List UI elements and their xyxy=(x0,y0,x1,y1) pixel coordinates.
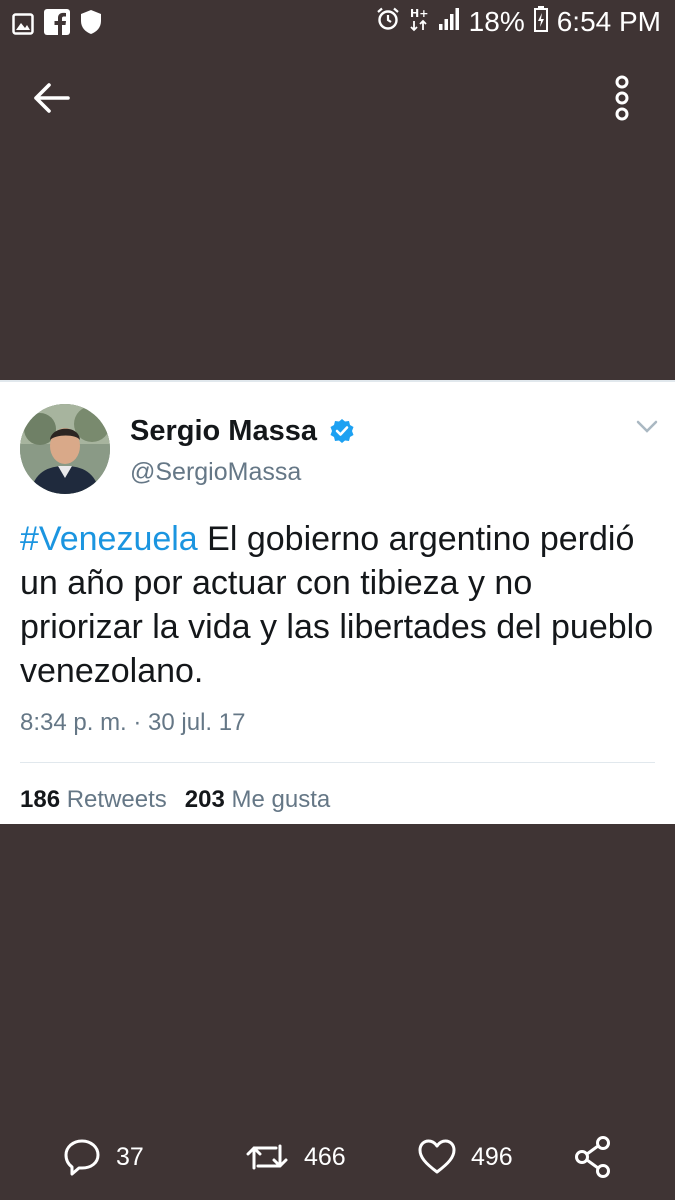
shield-icon xyxy=(80,9,102,42)
verified-badge-icon xyxy=(329,418,355,444)
like-count: 496 xyxy=(471,1143,513,1171)
arrow-left-icon xyxy=(34,83,70,113)
author-name[interactable]: Sergio Massa xyxy=(130,415,317,448)
tweet-stats: 186 Retweets 203 Me gusta xyxy=(20,786,330,814)
tweet-card: Sergio Massa @SergioMassa #Venezuela El … xyxy=(0,380,675,824)
tweet-timestamp: 8:34 p. m. · 30 jul. 17 xyxy=(20,709,246,736)
facebook-icon xyxy=(44,9,70,42)
back-button[interactable] xyxy=(30,76,76,120)
share-button[interactable] xyxy=(574,1134,612,1180)
hplus-icon: H+ xyxy=(409,6,429,39)
battery-percent: 18% xyxy=(468,6,525,37)
reply-icon xyxy=(64,1139,100,1176)
retweet-icon xyxy=(246,1144,288,1170)
hashtag-link[interactable]: #Venezuela xyxy=(20,520,198,558)
likes-count[interactable]: 203 xyxy=(185,786,225,813)
retweets-label[interactable]: Retweets xyxy=(67,786,167,813)
clock: 6:54 PM xyxy=(556,6,661,37)
reply-button[interactable]: 37 xyxy=(62,1134,144,1180)
avatar[interactable] xyxy=(20,404,110,494)
like-button[interactable]: 496 xyxy=(417,1134,513,1180)
alarm-icon xyxy=(376,6,400,38)
svg-text:H+: H+ xyxy=(410,7,428,20)
share-icon xyxy=(575,1136,610,1178)
chevron-down-icon xyxy=(636,420,658,433)
tweet-menu-button[interactable] xyxy=(634,418,660,436)
author-handle[interactable]: @SergioMassa xyxy=(130,458,301,487)
battery-icon xyxy=(533,5,548,39)
tweet-text: #Venezuela El gobierno argentino perdió … xyxy=(20,517,660,693)
more-vertical-icon xyxy=(615,75,629,121)
retweet-button[interactable]: 466 xyxy=(244,1134,346,1180)
heart-icon xyxy=(418,1139,456,1174)
status-bar: H+ 18% 6:54 PM xyxy=(0,0,675,46)
action-bar: 37 466 496 xyxy=(0,1134,675,1184)
divider xyxy=(20,762,655,763)
image-icon xyxy=(12,10,34,42)
reply-count: 37 xyxy=(116,1143,144,1171)
retweet-count: 466 xyxy=(304,1143,346,1171)
likes-label[interactable]: Me gusta xyxy=(231,786,330,813)
retweets-count[interactable]: 186 xyxy=(20,786,60,813)
more-options-button[interactable] xyxy=(604,74,640,122)
signal-icon xyxy=(438,6,460,38)
